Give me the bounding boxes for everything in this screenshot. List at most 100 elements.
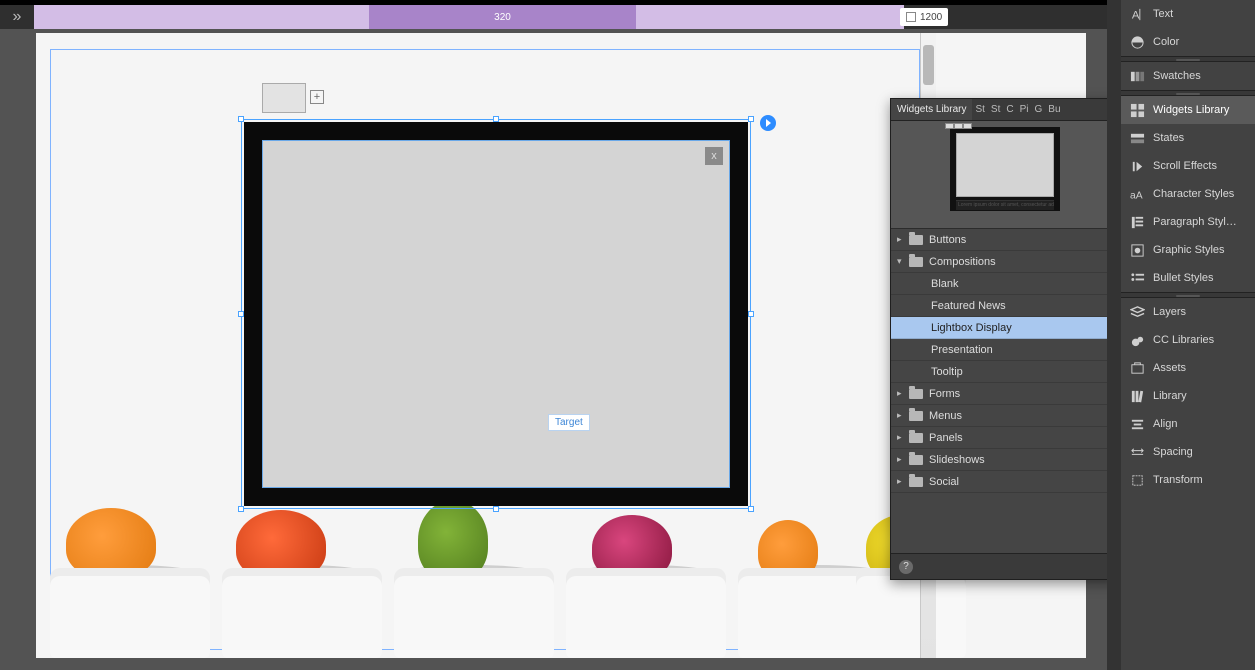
panel-tab-widgets-library[interactable]: Widgets Library [891,99,972,120]
dock-panel-widgets-library[interactable]: Widgets Library [1121,96,1255,124]
widget-item[interactable]: Lightbox Display [891,317,1119,339]
dock-panel-label: States [1153,132,1184,144]
right-panel-dock: A Text Color Swatches Widgets Library States S… [1119,0,1255,670]
widgets-library-icon [1129,102,1145,118]
selection-handle[interactable] [493,506,499,512]
dock-panel-color[interactable]: Color [1121,28,1255,56]
svg-text:A: A [1131,9,1139,21]
folder-icon [909,235,923,245]
dock-panel-swatches[interactable]: Swatches [1121,62,1255,90]
panel-tab-collapsed[interactable]: Bu [1045,104,1063,115]
lightbox-widget-selection[interactable]: x [241,119,751,509]
widget-category[interactable]: Slideshows [891,449,1119,471]
target-label-badge: Target [548,414,590,431]
dock-scrollbar[interactable] [1107,0,1121,670]
dock-panel-assets[interactable]: Assets [1121,354,1255,382]
widget-category[interactable]: Forms [891,383,1119,405]
widget-category[interactable]: Social [891,471,1119,493]
breakpoint-scroll-left[interactable]: » [0,5,34,29]
dock-group-separator [1121,90,1255,96]
widget-category[interactable]: Compositions [891,251,1119,273]
selection-handle[interactable] [748,506,754,512]
layers-icon [1129,304,1145,320]
selection-handle[interactable] [238,506,244,512]
panel-tab-collapsed[interactable]: St [988,104,1003,115]
folder-icon [909,455,923,465]
dock-panel-label: Character Styles [1153,188,1234,200]
spacing-icon [1129,444,1145,460]
library-icon [1129,388,1145,404]
folder-icon [909,257,923,267]
text-icon: A [1129,6,1145,22]
folder-icon [909,389,923,399]
bullet-styles-icon [1129,270,1145,286]
dock-panel-bullet-styles[interactable]: Bullet Styles [1121,264,1255,292]
panel-tab-collapsed[interactable]: G [1032,104,1046,115]
breakpoint-bar: » 320 1200 « [0,5,1255,29]
dock-panel-library[interactable]: Library [1121,382,1255,410]
dock-panel-label: Bullet Styles [1153,272,1214,284]
dock-panel-align[interactable]: Align [1121,410,1255,438]
selection-handle[interactable] [238,311,244,317]
dock-panel-label: Align [1153,418,1177,430]
swatches-icon [1129,68,1145,84]
dock-panel-layers[interactable]: Layers [1121,298,1255,326]
selection-handle[interactable] [748,311,754,317]
dock-panel-transform[interactable]: Transform [1121,466,1255,494]
widget-item[interactable]: Blank [891,273,1119,295]
selection-handle[interactable] [748,116,754,122]
dock-panel-label: CC Libraries [1153,334,1214,346]
add-trigger-button[interactable]: + [310,90,324,104]
help-icon[interactable]: ? [899,560,913,574]
widget-category[interactable]: Menus [891,405,1119,427]
dock-panel-label: Swatches [1153,70,1201,82]
dock-panel-states[interactable]: States [1121,124,1255,152]
dock-panel-text[interactable]: A Text [1121,0,1255,28]
widget-item[interactable]: Presentation [891,339,1119,361]
folder-icon [909,411,923,421]
dock-panel-label: Widgets Library [1153,104,1229,116]
breakpoint-track[interactable]: 320 1200 [34,5,1221,29]
selection-handle[interactable] [493,116,499,122]
breakpoint-range-light-left[interactable] [34,5,369,29]
breakpoint-handle-label: 1200 [920,12,942,23]
svg-text:aA: aA [1130,190,1143,201]
folder-icon [909,477,923,487]
widget-category[interactable]: Buttons [891,229,1119,251]
dock-panel-label: Paragraph Styl… [1153,216,1237,228]
dock-panel-paragraph-styl[interactable]: Paragraph Styl… [1121,208,1255,236]
lightbox-close-button[interactable]: x [705,147,723,165]
panel-footer: ? [891,553,1119,579]
dock-panel-character-styles[interactable]: aA Character Styles [1121,180,1255,208]
lightbox-trigger-thumbnail[interactable] [262,83,306,113]
dock-group-separator [1121,292,1255,298]
panel-tab-collapsed[interactable]: Pi [1017,104,1032,115]
preview-trigger-swatches [945,123,972,129]
scrollbar-thumb[interactable] [923,45,934,85]
breakpoint-range-active[interactable]: 320 [369,5,636,29]
breakpoint-range-light-right[interactable] [636,5,904,29]
preview-lightbox-thumb: Lorem ipsum dolor sit amet, consectetur … [950,127,1060,211]
dock-panel-cc-libraries[interactable]: CC Libraries [1121,326,1255,354]
dock-panel-label: Library [1153,390,1187,402]
widget-item[interactable]: Tooltip [891,361,1119,383]
widgets-library-panel[interactable]: Widgets Library StStCPiGBu » Lorem ipsum… [890,98,1120,580]
dock-panel-scroll-effects[interactable]: Scroll Effects [1121,152,1255,180]
character-styles-icon: aA [1129,186,1145,202]
graphic-styles-icon [1129,242,1145,258]
dock-panel-spacing[interactable]: Spacing [1121,438,1255,466]
folder-icon [909,433,923,443]
selection-handle[interactable] [238,116,244,122]
lightbox-container[interactable]: x [244,122,748,506]
dock-panel-label: Text [1153,8,1173,20]
dock-panel-graphic-styles[interactable]: Graphic Styles [1121,236,1255,264]
widget-item[interactable]: Featured News [891,295,1119,317]
widget-category-label: Panels [929,432,963,444]
panel-tab-collapsed[interactable]: C [1003,104,1016,115]
breakpoint-handle[interactable]: 1200 [900,8,948,26]
states-icon [1129,130,1145,146]
widget-options-flyout-button[interactable] [760,115,776,131]
lightbox-target[interactable]: x [262,140,730,488]
panel-tab-collapsed[interactable]: St [972,104,987,115]
widget-category[interactable]: Panels [891,427,1119,449]
